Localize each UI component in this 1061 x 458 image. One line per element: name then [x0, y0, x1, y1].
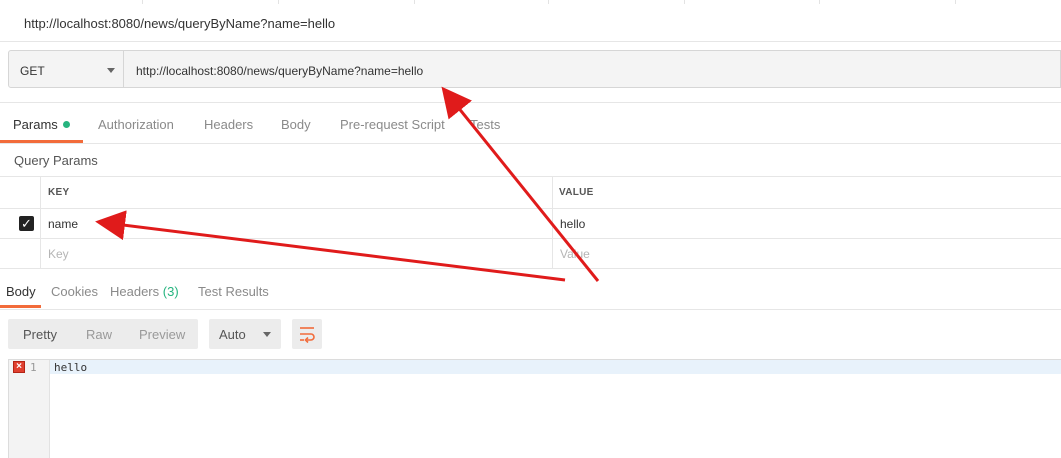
- tab-response-body[interactable]: Body: [6, 284, 36, 299]
- tab-cookies[interactable]: Cookies: [51, 284, 98, 299]
- line-gutter: × 1: [9, 360, 50, 458]
- request-title-bar: http://localhost:8080/news/queryByName?n…: [0, 0, 1061, 42]
- request-tabs: Params Authorization Headers Body Pre-re…: [0, 102, 1061, 144]
- format-select[interactable]: Auto: [209, 319, 281, 349]
- url-input[interactable]: http://localhost:8080/news/queryByName?n…: [124, 50, 1061, 88]
- tab-divider: [548, 0, 549, 4]
- tab-tests[interactable]: Tests: [470, 117, 500, 132]
- column-divider: [40, 208, 41, 238]
- chevron-down-icon: [263, 332, 271, 337]
- column-divider: [40, 238, 41, 268]
- response-body-editor[interactable]: × 1 hello: [8, 359, 1061, 458]
- tab-divider: [142, 0, 143, 4]
- new-value-input[interactable]: Value: [560, 247, 590, 261]
- param-key-cell[interactable]: name: [48, 217, 78, 231]
- column-divider: [552, 208, 553, 238]
- postman-window: http://localhost:8080/news/queryByName?n…: [0, 0, 1061, 458]
- params-active-dot: [62, 121, 70, 128]
- format-label: Auto: [219, 327, 246, 342]
- table-row: ✓ name hello: [0, 208, 1061, 239]
- preview-view-button[interactable]: Preview: [139, 327, 185, 342]
- response-toolbar: Pretty Raw Preview Auto: [8, 319, 328, 350]
- tab-divider: [684, 0, 685, 4]
- column-divider: [552, 238, 553, 268]
- active-tab-indicator: [0, 305, 41, 308]
- active-line-highlight: [50, 360, 1061, 374]
- param-value-cell[interactable]: hello: [560, 217, 585, 231]
- raw-view-button[interactable]: Raw: [86, 327, 112, 342]
- param-enabled-checkbox[interactable]: ✓: [19, 216, 34, 231]
- tab-authorization[interactable]: Authorization: [98, 117, 174, 132]
- line-number: 1: [30, 361, 37, 374]
- response-line: hello: [54, 361, 88, 374]
- chevron-down-icon: [107, 68, 115, 73]
- tab-divider: [955, 0, 956, 4]
- table-row-placeholder: Key Value: [0, 238, 1061, 269]
- new-key-input[interactable]: Key: [48, 247, 69, 261]
- table-header-row: KEY VALUE: [0, 177, 1061, 209]
- request-row: GET http://localhost:8080/news/queryByNa…: [8, 50, 1061, 90]
- column-divider: [552, 177, 553, 208]
- pretty-view-button[interactable]: Pretty: [23, 327, 57, 342]
- response-tabs: Body Cookies Headers (3) Test Results: [0, 268, 1061, 310]
- active-tab-indicator: [0, 140, 83, 143]
- method-select[interactable]: GET: [8, 50, 124, 88]
- column-divider: [40, 177, 41, 208]
- query-params-table: KEY VALUE ✓ name hello Key Value: [0, 176, 1061, 269]
- tab-response-headers-label: Headers: [110, 284, 160, 299]
- tab-response-headers[interactable]: Headers (3): [110, 284, 179, 299]
- tab-divider: [278, 0, 279, 4]
- tab-test-results[interactable]: Test Results: [198, 284, 269, 299]
- value-column-header: VALUE: [559, 187, 594, 198]
- request-title: http://localhost:8080/news/queryByName?n…: [24, 16, 336, 31]
- query-params-label: Query Params: [14, 153, 98, 168]
- method-label: GET: [20, 64, 45, 78]
- url-text: http://localhost:8080/news/queryByName?n…: [136, 64, 424, 78]
- view-mode-group: Pretty Raw Preview: [8, 319, 198, 349]
- tab-divider: [819, 0, 820, 4]
- tab-pre-request-script[interactable]: Pre-request Script: [340, 117, 445, 132]
- tab-params-label: Params: [13, 117, 58, 132]
- tab-body[interactable]: Body: [281, 117, 311, 132]
- tab-params[interactable]: Params: [13, 117, 70, 132]
- tab-divider: [414, 0, 415, 4]
- wrap-lines-icon: [300, 327, 315, 344]
- headers-count-badge: (3): [162, 284, 179, 299]
- key-column-header: KEY: [48, 187, 70, 198]
- wrap-lines-button[interactable]: [292, 319, 322, 349]
- tab-headers[interactable]: Headers: [204, 117, 253, 132]
- error-marker-icon: ×: [13, 361, 25, 373]
